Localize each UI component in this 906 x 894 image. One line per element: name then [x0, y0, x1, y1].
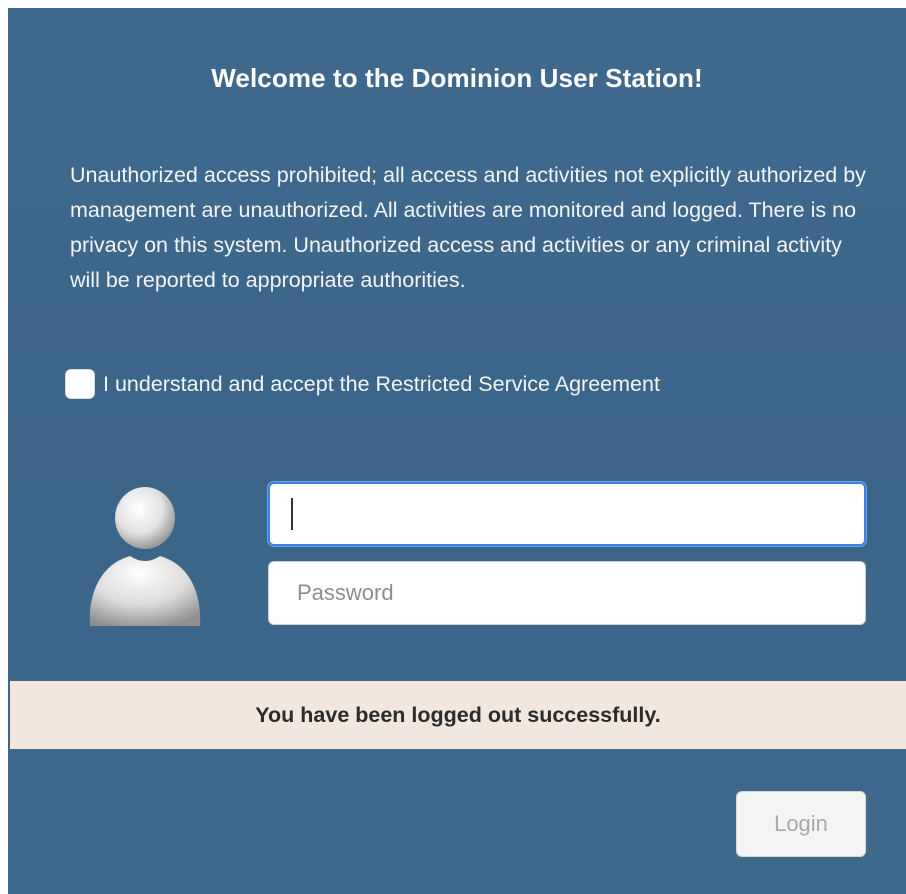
security-notice: Unauthorized access prohibited; all acce…: [70, 163, 866, 292]
text-cursor: [291, 498, 293, 530]
password-input[interactable]: [268, 561, 866, 625]
login-dialog: Welcome to the Dominion User Station! Un…: [8, 8, 906, 894]
agreement-checkbox-row[interactable]: I understand and accept the Restricted S…: [65, 368, 660, 400]
agreement-checkbox[interactable]: [65, 369, 95, 399]
dialog-title: Welcome to the Dominion User Station!: [211, 63, 703, 93]
login-button[interactable]: Login: [736, 791, 866, 857]
user-silhouette-icon: [89, 487, 201, 626]
agreement-label[interactable]: I understand and accept the Restricted S…: [103, 372, 660, 397]
logout-status-banner: You have been logged out successfully.: [10, 681, 906, 749]
username-input[interactable]: [268, 482, 866, 546]
